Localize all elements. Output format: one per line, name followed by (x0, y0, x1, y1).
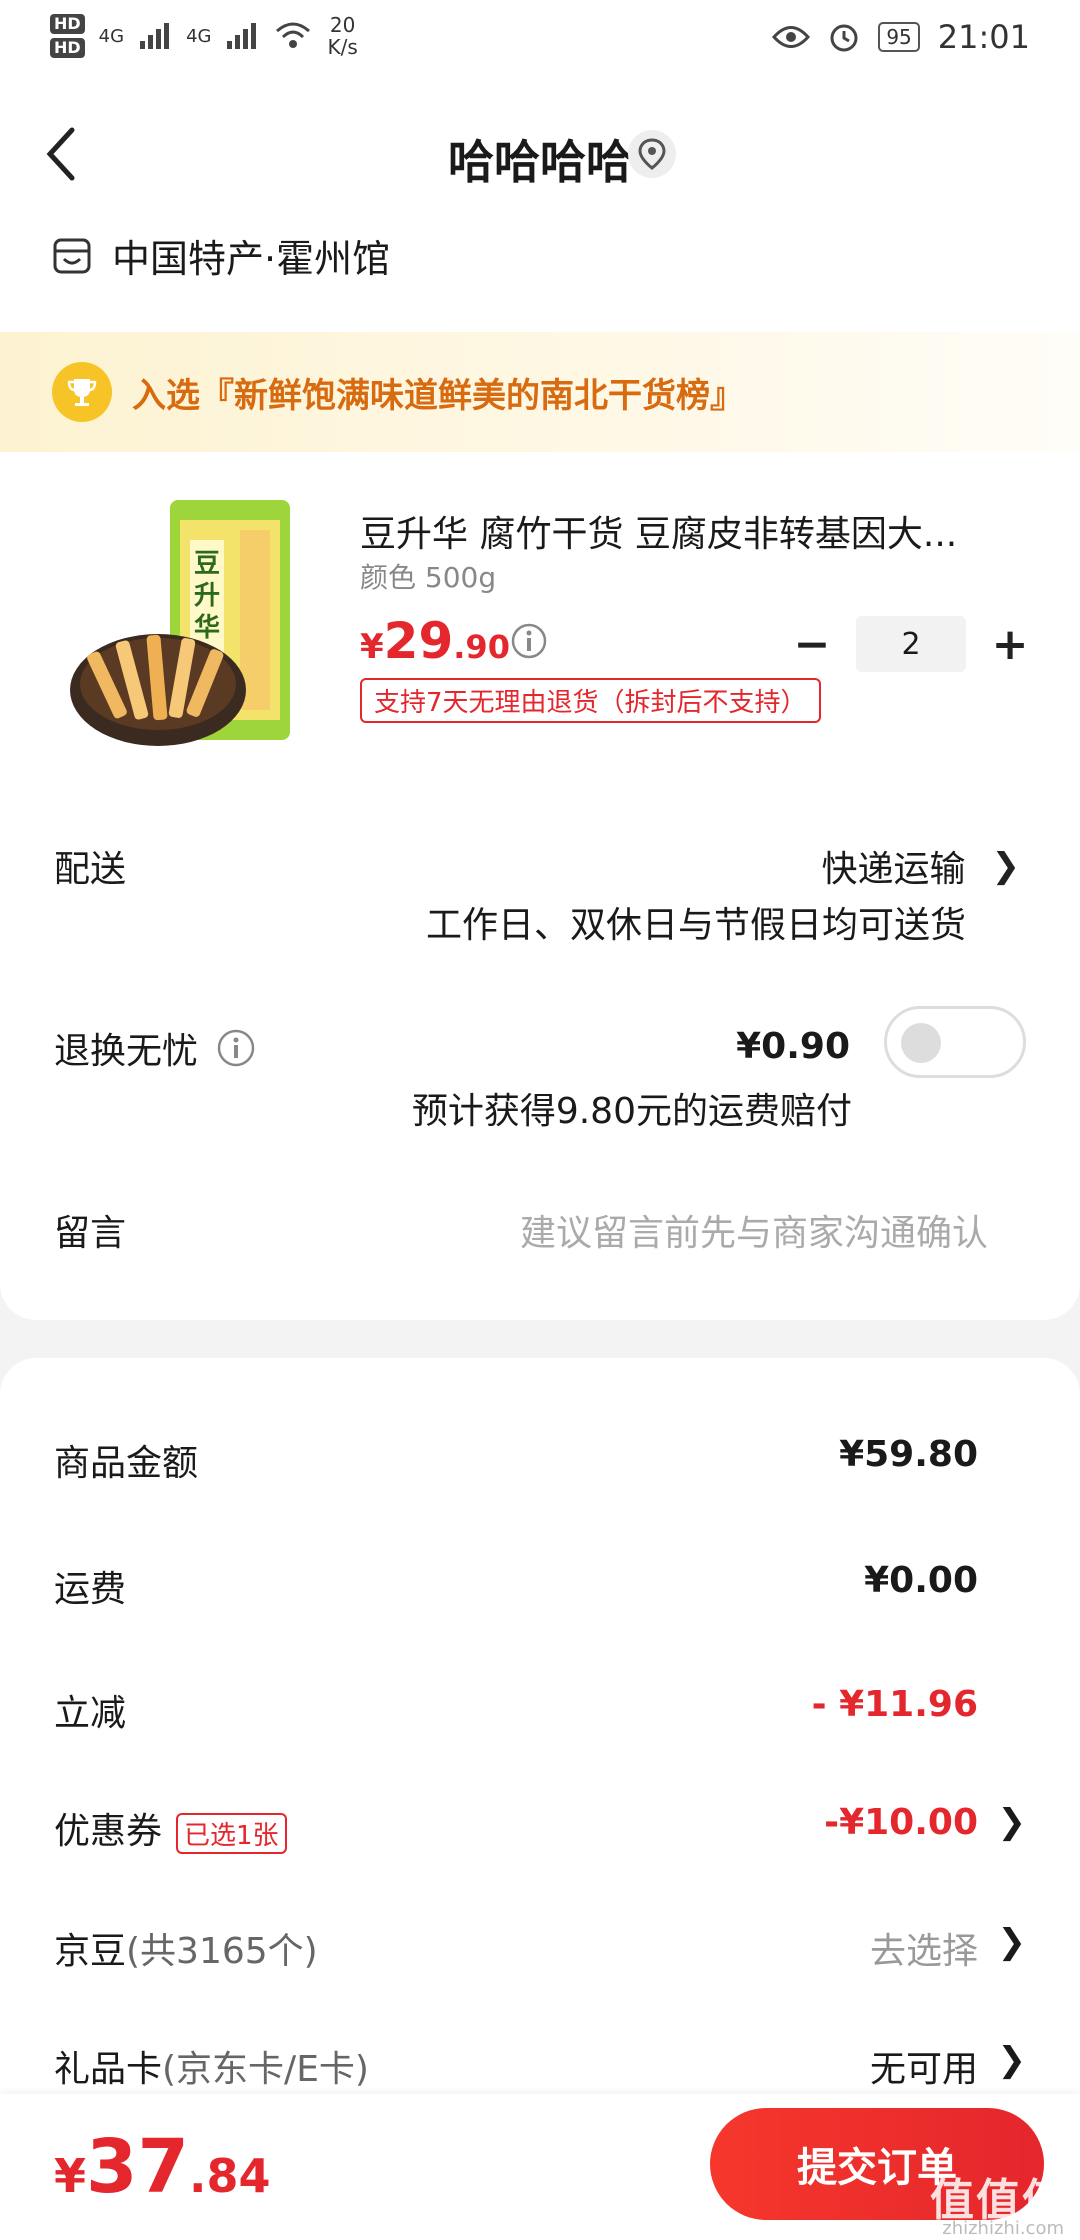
product-price: ¥29.90 (360, 612, 510, 670)
order-card: HD HD 4G 4G 20 K/s 95 21:01 哈哈哈哈 中国特产·霍州… (0, 0, 1080, 1320)
exchange-info-icon[interactable] (216, 1028, 256, 1068)
jingdou-count: (共3165个) (126, 1931, 318, 1972)
shipping-value: ¥0.00 (864, 1560, 978, 1601)
discount-row: 立减 - ¥11.96 (0, 1684, 1080, 1744)
message-input[interactable]: 建议留言前先与商家沟通确认 (520, 1204, 988, 1256)
page-title: 哈哈哈哈 (448, 135, 632, 189)
jingdou-row[interactable]: 京豆(共3165个) 去选择 ❯ (0, 1922, 1080, 1982)
giftcard-label: 礼品卡 (54, 2049, 163, 2090)
quantity-stepper: − 2 + (790, 616, 1032, 672)
exchange-row-label: 退换无忧 (54, 1022, 256, 1074)
coupon-label-group: 优惠券 已选1张 (54, 1802, 287, 1854)
product-image[interactable]: 豆 升 华 (70, 500, 310, 750)
status-time: 21:01 (937, 18, 1030, 56)
signal-icon-2 (227, 23, 257, 49)
shipping-label: 运费 (54, 1569, 127, 1610)
chevron-right-icon: ❯ (997, 1802, 1027, 1842)
eye-icon (772, 26, 811, 48)
hd-icon: HD HD (50, 14, 85, 58)
hd2-label: HD (50, 38, 85, 58)
exchange-toggle[interactable] (884, 1006, 1026, 1078)
shipping-row: 运费 ¥0.00 (0, 1560, 1080, 1620)
giftcard-label-group: 礼品卡(京东卡/E卡) (54, 2040, 369, 2092)
qty-minus-button[interactable]: − (790, 619, 834, 670)
qty-plus-button[interactable]: + (988, 619, 1032, 670)
network-speed: 20 K/s (327, 14, 357, 58)
chevron-right-icon: ❯ (997, 1922, 1027, 1962)
product-name[interactable]: 豆升华 腐竹干货 豆腐皮非转基因大... (360, 505, 1000, 557)
goods-amount-row: 商品金额 ¥59.80 (0, 1434, 1080, 1494)
location-pin-icon[interactable] (628, 130, 676, 178)
giftcard-row[interactable]: 礼品卡(京东卡/E卡) 无可用 ❯ (0, 2040, 1080, 2100)
banner-text: 入选『新鲜饱满味道鲜美的南北干货榜』 (132, 375, 744, 416)
battery-icon: 95 (878, 22, 920, 52)
message-label: 留言 (54, 1213, 127, 1254)
shop-row[interactable]: 中国特产·霍州馆 (52, 228, 390, 283)
exchange-note: 预计获得9.80元的运费赔付 (411, 1091, 852, 1132)
coupon-value: -¥10.00 (824, 1802, 978, 1843)
svg-text:华: 华 (194, 612, 220, 643)
total-symbol: ¥ (54, 2149, 87, 2203)
alarm-icon (830, 24, 858, 52)
jingdou-label-group: 京豆(共3165个) (54, 1922, 318, 1974)
price-integer: 29 (383, 612, 454, 670)
watermark-url: zhizhizhi.com (942, 2218, 1064, 2239)
toggle-knob (901, 1023, 941, 1063)
delivery-value: 快递运输 (821, 849, 966, 890)
price-info-icon[interactable] (510, 622, 548, 660)
total-price: ¥37.84 (54, 2124, 271, 2210)
hd1-label: HD (50, 14, 85, 34)
speed-value: 20 (329, 13, 356, 37)
goods-amount-value: ¥59.80 (839, 1434, 978, 1475)
discount-label: 立减 (54, 1693, 127, 1734)
goods-amount-label: 商品金额 (54, 1443, 199, 1484)
exchange-label: 退换无忧 (54, 1031, 199, 1072)
speed-unit: K/s (327, 35, 358, 59)
product-spec: 颜色 500g (360, 561, 497, 594)
discount-value: - ¥11.96 (811, 1684, 978, 1725)
shop-name: 中国特产·霍州馆 (112, 237, 391, 281)
price-decimal: .90 (453, 628, 510, 666)
trophy-icon (52, 362, 112, 422)
coupon-label: 优惠券 (54, 1811, 163, 1852)
total-decimal: .84 (189, 2149, 271, 2203)
price-symbol: ¥ (360, 627, 384, 667)
network-4g-label: 4G (98, 25, 125, 47)
wifi-icon (276, 22, 311, 48)
status-right: 95 21:01 (772, 18, 1030, 56)
coupon-row[interactable]: 优惠券 已选1张 -¥10.00 ❯ (0, 1802, 1080, 1862)
ranking-banner[interactable]: 入选『新鲜饱满味道鲜美的南北干货榜』 (0, 332, 1080, 452)
store-icon (53, 238, 91, 273)
return-policy-badge: 支持7天无理由退货（拆封后不支持） (360, 678, 821, 723)
giftcard-sub: (京东卡/E卡) (162, 2049, 369, 2090)
exchange-price: ¥0.90 (736, 1026, 850, 1067)
status-bar: HD HD 4G 4G 20 K/s 95 21:01 (0, 0, 1080, 80)
chevron-right-icon: ❯ (997, 2040, 1027, 2080)
checkout-bar: ¥37.84 提交订单 值值值 zhizhizhi.com (0, 2094, 1080, 2240)
total-integer: 37 (86, 2124, 189, 2210)
jingdou-label: 京豆 (54, 1931, 127, 1972)
delivery-selector[interactable]: 快递运输 ❯ (821, 840, 1020, 892)
signal-icon (140, 23, 170, 49)
delivery-label: 配送 (54, 849, 127, 890)
nav-bar: 哈哈哈哈 (0, 110, 1080, 200)
jingdou-value: 去选择 (869, 1931, 978, 1972)
qty-input[interactable]: 2 (856, 616, 966, 672)
status-left: HD HD 4G 4G 20 K/s (50, 14, 358, 58)
coupon-selected-tag: 已选1张 (176, 1812, 287, 1854)
delivery-note: 工作日、双休日与节假日均可送货 (425, 905, 966, 946)
svg-text:升: 升 (194, 581, 220, 611)
product-image-label: 豆 (194, 549, 220, 579)
chevron-right-icon: ❯ (991, 846, 1021, 886)
giftcard-value: 无可用 (869, 2049, 978, 2090)
network-4g-label-2: 4G (186, 25, 212, 47)
